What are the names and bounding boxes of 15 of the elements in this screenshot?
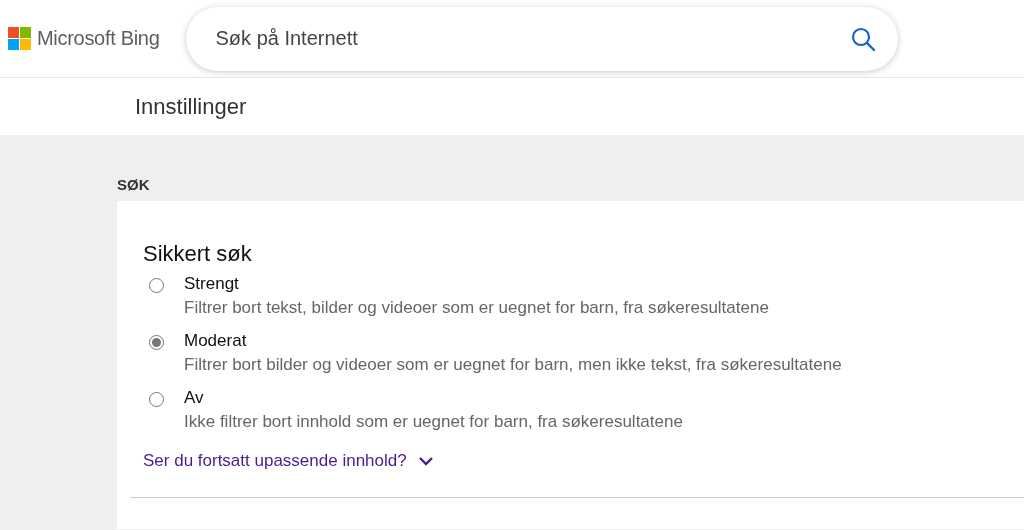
brand-name[interactable]: Microsoft Bing (37, 27, 160, 50)
more-link[interactable]: Ser du fortsatt upassende innhold? (143, 451, 433, 471)
microsoft-logo-icon (8, 27, 31, 50)
search-icon[interactable] (849, 25, 876, 52)
option-label[interactable]: Av (184, 388, 204, 408)
card-title: Sikkert søk (143, 241, 252, 267)
option-label[interactable]: Moderat (184, 331, 247, 351)
option-description: Filtrer bort bilder og videoer som er uegnet for barn, men ikke tekst, fra søkeresultatene (184, 355, 842, 375)
option-label[interactable]: Strengt (184, 274, 239, 294)
option-description: Filtrer bort tekst, bilder og videoer som er uegnet for barn, fra søkeresultatene (184, 298, 769, 318)
search-field[interactable]: Søk på Internett (213, 26, 850, 51)
section-heading: SØK (117, 176, 150, 193)
page-title: Innstillinger (135, 93, 247, 120)
option-description: Ikke filtrer bort innhold som er uegnet for barn, fra søkeresultatene (184, 412, 683, 432)
chevron-icon (418, 456, 433, 466)
